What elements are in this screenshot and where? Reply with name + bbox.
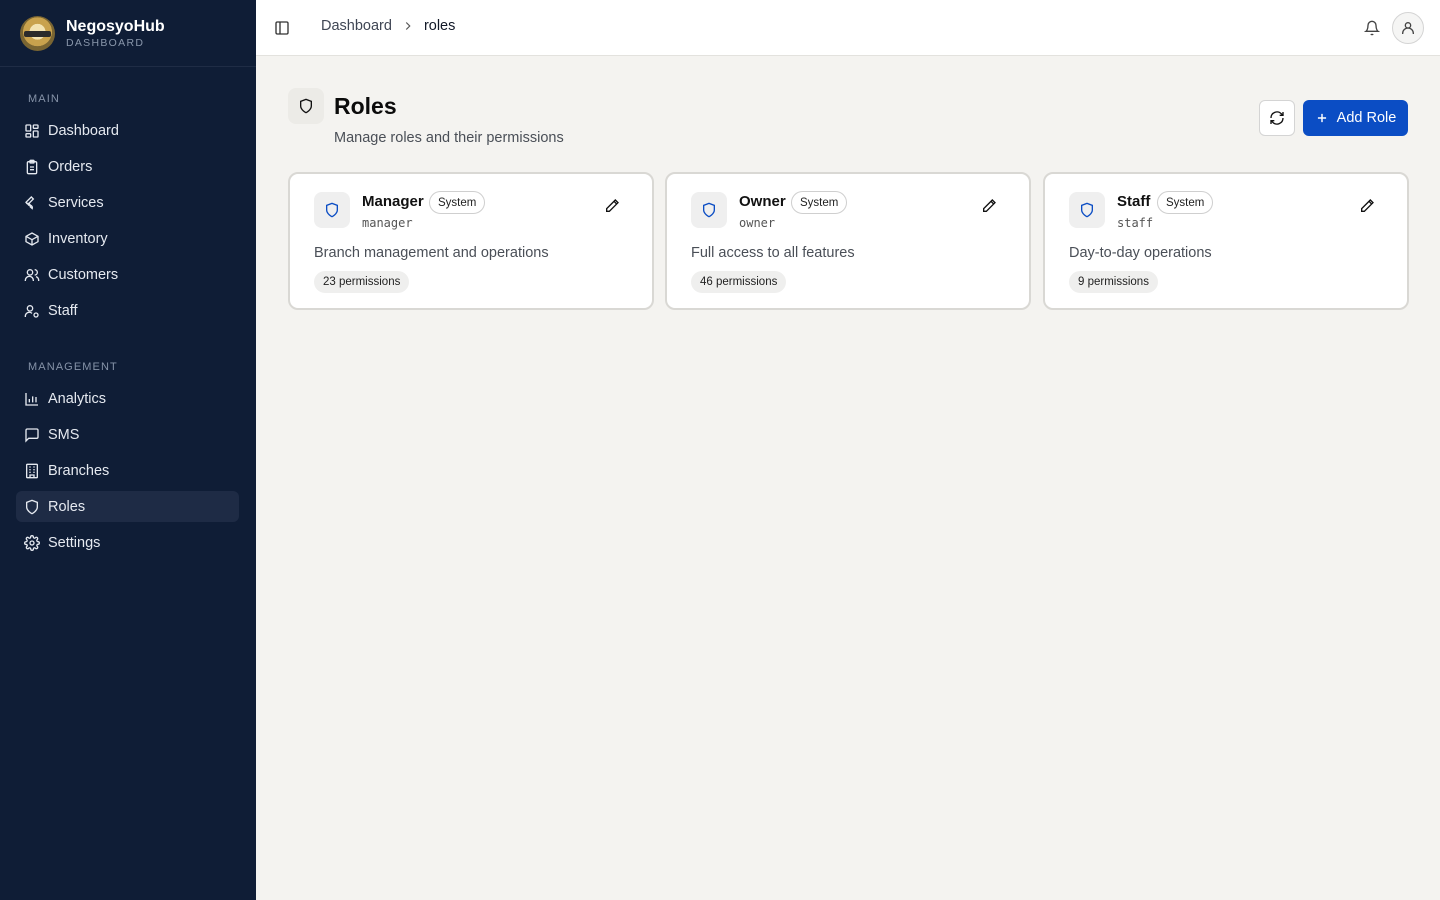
sidebar-item-label: Dashboard: [48, 122, 119, 139]
brand-name: NegosyoHub: [66, 17, 165, 35]
sidebar-item-label: Branches: [48, 462, 110, 479]
chevron-right-icon: [401, 19, 415, 33]
role-shield-icon: [1069, 192, 1105, 228]
sidebar-item-customers[interactable]: Customers: [16, 259, 239, 290]
panel-left-icon: [275, 21, 289, 35]
dashboard-grid-icon: [25, 123, 39, 138]
user-icon: [1402, 22, 1414, 34]
notification-bell-button[interactable]: [1362, 18, 1382, 38]
user-cog-icon: [24, 304, 39, 318]
role-key: owner: [739, 216, 776, 230]
role-key: manager: [362, 216, 413, 230]
wrench-icon: [25, 195, 35, 210]
edit-role-button[interactable]: [1357, 196, 1377, 216]
permissions-badge: 23 permissions: [314, 271, 410, 293]
role-description: Day-to-day operations: [1069, 245, 1212, 261]
brand-subtitle: DASHBOARD: [66, 36, 145, 49]
refresh-button[interactable]: [1259, 100, 1295, 136]
bar-chart-icon: [25, 392, 38, 406]
sidebar-item-services[interactable]: Services: [16, 187, 239, 218]
breadcrumb: Dashboard roles: [321, 18, 455, 34]
role-description: Full access to all features: [691, 245, 855, 261]
sidebar-item-staff[interactable]: Staff: [16, 295, 239, 326]
sidebar-item-branches[interactable]: Branches: [16, 455, 239, 486]
top-header: Dashboard roles: [256, 0, 1440, 56]
edit-role-button[interactable]: [602, 196, 622, 216]
building-icon: [26, 463, 38, 478]
sidebar-item-label: Orders: [48, 158, 93, 175]
breadcrumb-dashboard[interactable]: Dashboard: [321, 18, 392, 34]
permissions-badge: 46 permissions: [691, 271, 787, 293]
system-badge: System: [791, 191, 848, 214]
page-subtitle: Manage roles and their permissions: [334, 130, 564, 146]
sidebar-item-roles[interactable]: Roles: [16, 491, 239, 522]
sidebar-item-label: Services: [48, 194, 104, 211]
sidebar-item-label: Customers: [48, 266, 119, 283]
add-role-label: Add Role: [1336, 110, 1397, 126]
user-avatar-button[interactable]: [1392, 12, 1424, 44]
sidebar: NegosyoHub DASHBOARD MAIN Dashboard Orde…: [0, 0, 256, 900]
add-role-button[interactable]: Add Role: [1303, 100, 1408, 136]
shield-icon: [26, 499, 38, 514]
system-badge: System: [429, 191, 486, 214]
role-name: Owner: [739, 193, 786, 210]
permissions-badge: 9 permissions: [1069, 271, 1158, 293]
sidebar-item-analytics[interactable]: Analytics: [16, 383, 239, 414]
role-key: staff: [1117, 216, 1154, 230]
role-shield-icon: [691, 192, 727, 228]
clipboard-icon: [26, 159, 38, 174]
sidebar-item-sms[interactable]: SMS: [16, 419, 239, 450]
sidebar-item-orders[interactable]: Orders: [16, 151, 239, 182]
pencil-icon: [606, 199, 619, 212]
sidebar-item-label: Inventory: [48, 230, 108, 247]
brand-logo: [20, 15, 55, 51]
role-card-manager[interactable]: Manager System manager Branch management…: [288, 172, 654, 310]
box-icon: [25, 231, 39, 246]
page-shield-icon: [288, 88, 324, 124]
sidebar-item-label: Roles: [48, 498, 86, 515]
system-badge: System: [1157, 191, 1214, 214]
role-card-owner[interactable]: Owner System owner Full access to all fe…: [665, 172, 1031, 310]
role-description: Branch management and operations: [314, 245, 549, 261]
breadcrumb-current: roles: [423, 18, 456, 34]
gear-icon: [24, 534, 40, 551]
role-name: Manager: [362, 193, 424, 210]
sidebar-item-label: Analytics: [48, 390, 107, 407]
page-title: Roles: [334, 93, 397, 119]
brand[interactable]: NegosyoHub DASHBOARD: [0, 0, 256, 67]
edit-role-button[interactable]: [979, 196, 999, 216]
users-icon: [24, 268, 40, 281]
role-name: Staff: [1117, 193, 1151, 210]
sidebar-toggle-button[interactable]: [272, 18, 292, 38]
sidebar-item-dashboard[interactable]: Dashboard: [16, 115, 239, 146]
message-icon: [25, 427, 39, 443]
pencil-icon: [1361, 199, 1374, 212]
refresh-icon: [1270, 111, 1284, 125]
section-label-main: MAIN: [28, 93, 60, 105]
role-shield-icon: [314, 192, 350, 228]
sidebar-item-label: Settings: [48, 534, 101, 551]
role-card-staff[interactable]: Staff System staff Day-to-day operations…: [1043, 172, 1409, 310]
sidebar-item-label: Staff: [48, 302, 78, 319]
sidebar-item-inventory[interactable]: Inventory: [16, 223, 239, 254]
plus-icon: [1317, 113, 1326, 123]
bell-icon: [1363, 20, 1381, 36]
sidebar-item-label: SMS: [48, 426, 80, 443]
section-label-management: MANAGEMENT: [28, 361, 118, 373]
pencil-icon: [983, 199, 996, 212]
sidebar-item-settings[interactable]: Settings: [16, 527, 239, 558]
